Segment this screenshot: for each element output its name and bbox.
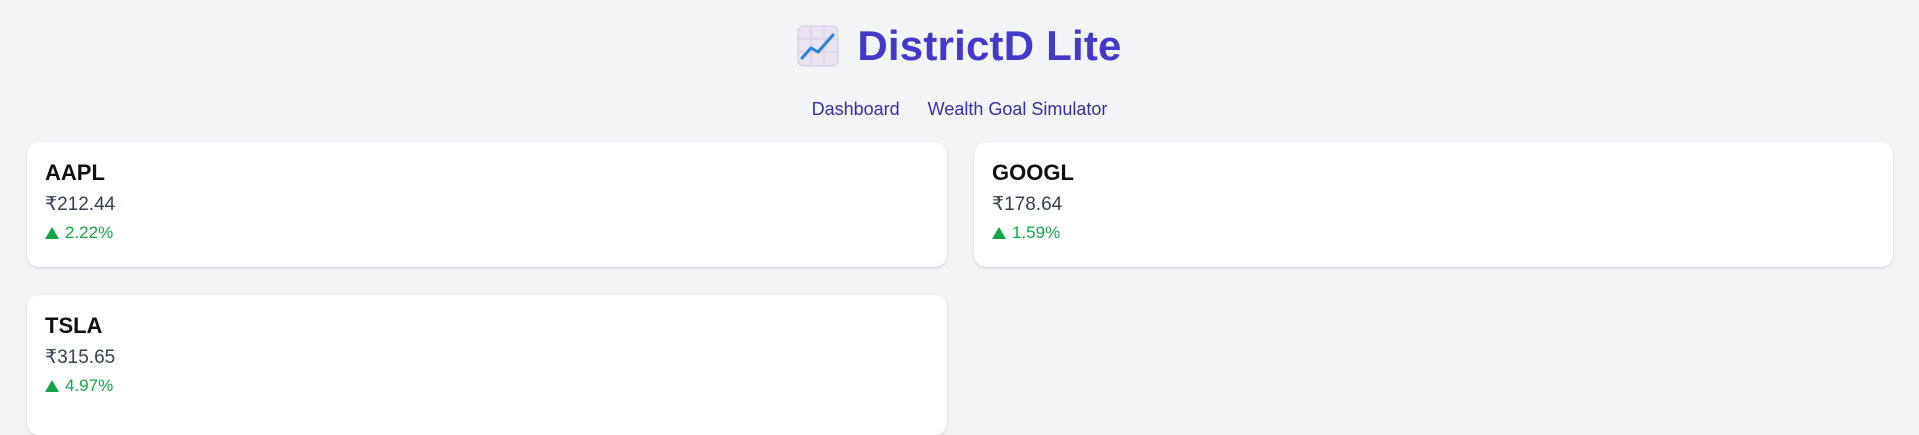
stock-change: 2.22% xyxy=(45,223,929,243)
stock-symbol: TSLA xyxy=(45,313,103,338)
nav-wealth-goal-simulator-link[interactable]: Wealth Goal Simulator xyxy=(928,99,1108,120)
stock-price: ₹315.65 xyxy=(45,347,116,369)
stock-card-tsla: TSLA ₹315.65 4.97% xyxy=(27,295,947,435)
stock-card-googl: GOOGL ₹178.64 1.59% xyxy=(974,142,1893,267)
stock-symbol: GOOGL xyxy=(992,160,1074,185)
app-header: DistrictD Lite xyxy=(0,25,1919,67)
stock-change-value: 1.59% xyxy=(1012,223,1061,243)
chart-increasing-icon xyxy=(797,25,839,67)
app-title: DistrictD Lite xyxy=(857,22,1122,69)
stock-symbol: AAPL xyxy=(45,160,105,185)
arrow-up-icon xyxy=(45,227,59,240)
stock-change-value: 4.97% xyxy=(65,376,114,396)
stock-card-aapl: AAPL ₹212.44 2.22% xyxy=(27,142,947,267)
main-nav: Dashboard Wealth Goal Simulator xyxy=(0,99,1919,120)
nav-dashboard-link[interactable]: Dashboard xyxy=(812,99,900,120)
stock-change-value: 2.22% xyxy=(65,223,114,243)
stock-change: 4.97% xyxy=(45,376,929,396)
stock-change: 1.59% xyxy=(992,223,1875,243)
arrow-up-icon xyxy=(992,227,1006,240)
arrow-up-icon xyxy=(45,380,59,393)
stock-price: ₹212.44 xyxy=(45,194,116,216)
stock-price: ₹178.64 xyxy=(992,194,1063,216)
